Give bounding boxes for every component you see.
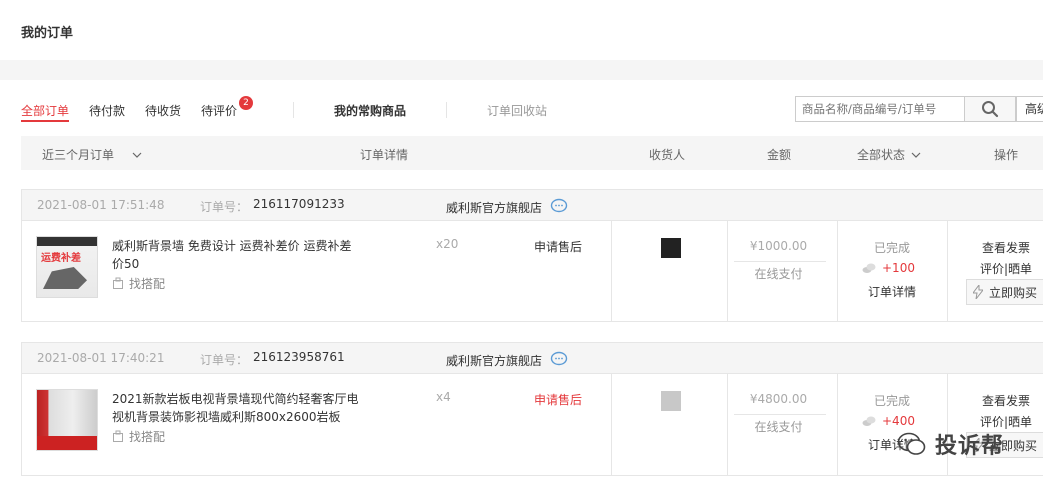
order-header: 2021-08-01 17:40:21 订单号： 216123958761 威利… — [22, 343, 1043, 374]
order-amount: ¥1000.00 — [749, 239, 808, 253]
product-thumbnail[interactable] — [36, 389, 98, 451]
find-match-label: 找搭配 — [129, 277, 166, 291]
header-bar: 我的订单 — [0, 0, 1043, 60]
order-card: 2021-08-01 17:51:48 订单号： 216117091233 威利… — [21, 189, 1043, 322]
chevron-down-icon — [911, 152, 921, 158]
points-icon — [862, 263, 876, 273]
tab-all-orders[interactable]: 全部订单 — [21, 102, 69, 119]
order-number: 216123958761 — [253, 350, 345, 364]
find-match-link[interactable]: 找搭配 — [112, 428, 165, 445]
column-receiver: 收货人 — [649, 148, 686, 162]
order-number-label: 订单号： — [200, 353, 249, 367]
order-date: 2021-08-01 17:40:21 — [37, 351, 165, 365]
product-name-link[interactable]: 2021新款岩板电视背景墙现代简约轻奢客厅电视机背景装饰影视墙威利斯800x26… — [112, 390, 362, 426]
order-header: 2021-08-01 17:51:48 订单号： 216117091233 威利… — [22, 190, 1043, 221]
receiver-name-redacted — [661, 391, 681, 411]
order-body: 运费补差 威利斯背景墙 免费设计 运费补差价 运费补差价50 找搭配 x20 申… — [22, 221, 1043, 322]
thumbnail-caption: 运费补差 — [41, 253, 81, 264]
tab-recycle-bin[interactable]: 订单回收站 — [487, 102, 547, 119]
advanced-search-button[interactable]: 高级 — [1016, 96, 1043, 122]
column-operations: 操作 — [994, 148, 1019, 162]
receiver-name-redacted — [661, 238, 681, 258]
wechat-icon — [897, 432, 926, 455]
puzzle-icon — [113, 277, 123, 289]
points-icon — [862, 416, 876, 426]
divider — [734, 414, 826, 415]
shop-name-link[interactable]: 威利斯官方旗舰店 — [446, 352, 542, 369]
watermark: 投诉帮 — [897, 428, 1004, 460]
find-match-link[interactable]: 找搭配 — [112, 275, 165, 292]
watermark-text: 投诉帮 — [935, 434, 1005, 459]
shop-name-link[interactable]: 威利斯官方旗舰店 — [446, 199, 542, 216]
points-value: +400 — [882, 414, 915, 428]
points-earned: +100 — [862, 261, 915, 275]
after-sale-link[interactable]: 申请售后 — [534, 391, 582, 408]
payment-method: 在线支付 — [754, 420, 803, 434]
puzzle-icon — [113, 430, 123, 442]
column-order-details: 订单详情 — [360, 148, 409, 162]
order-date: 2021-08-01 17:51:48 — [37, 198, 165, 212]
divider — [446, 102, 447, 118]
status-filter-select[interactable]: 全部状态 — [857, 146, 921, 163]
order-search-box — [795, 96, 965, 122]
quantity: x20 — [436, 237, 459, 251]
divider — [734, 261, 826, 262]
after-sale-link[interactable]: 申请售后 — [534, 238, 582, 255]
order-status: 已完成 — [873, 241, 910, 255]
chat-icon[interactable] — [550, 198, 568, 214]
pending-review-badge: 2 — [239, 96, 253, 110]
active-tab-indicator — [21, 120, 69, 122]
order-number-label: 订单号： — [200, 200, 249, 214]
tab-frequent-products[interactable]: 我的常购商品 — [334, 102, 406, 119]
product-thumbnail[interactable]: 运费补差 — [36, 236, 98, 298]
view-invoice-link[interactable]: 查看发票 — [954, 239, 1043, 256]
view-invoice-link[interactable]: 查看发票 — [954, 392, 1043, 409]
tab-pending-payment[interactable]: 待付款 — [89, 102, 125, 119]
divider — [293, 102, 294, 118]
orders-table-header: 近三个月订单 订单详情 收货人 金额 全部状态 操作 — [21, 136, 1043, 170]
search-button[interactable] — [964, 96, 1016, 122]
order-body: 2021新款岩板电视背景墙现代简约轻奢客厅电视机背景装饰影视墙威利斯800x26… — [22, 374, 1043, 476]
find-match-label: 找搭配 — [129, 430, 166, 444]
lightning-icon — [973, 285, 983, 299]
status-filter-label: 全部状态 — [857, 148, 906, 162]
points-value: +100 — [882, 261, 915, 275]
tab-pending-receipt[interactable]: 待收货 — [145, 102, 181, 119]
buy-again-button[interactable]: 立即购买 — [966, 279, 1043, 305]
chat-icon[interactable] — [550, 351, 568, 367]
order-card: 2021-08-01 17:40:21 订单号： 216123958761 威利… — [21, 342, 1043, 476]
order-tabs: 全部订单 待付款 待收货 待评价 2 我的常购商品 订单回收站 高级 — [0, 80, 1043, 136]
payment-method: 在线支付 — [754, 267, 803, 281]
buy-again-label: 立即购买 — [989, 285, 1038, 300]
search-input[interactable] — [796, 97, 964, 121]
time-range-label: 近三个月订单 — [42, 148, 115, 162]
search-icon — [982, 101, 999, 118]
order-details-link[interactable]: 订单详情 — [837, 283, 947, 300]
time-range-select[interactable]: 近三个月订单 — [42, 146, 142, 163]
chevron-down-icon — [132, 152, 142, 158]
quantity: x4 — [436, 390, 451, 404]
order-number: 216117091233 — [253, 197, 345, 211]
column-amount: 金额 — [767, 148, 792, 162]
points-earned: +400 — [862, 414, 915, 428]
page-title: 我的订单 — [21, 26, 74, 41]
review-link[interactable]: 评价|晒单 — [954, 260, 1043, 277]
order-amount: ¥4800.00 — [749, 392, 808, 406]
order-status: 已完成 — [873, 394, 910, 408]
orders-panel: 全部订单 待付款 待收货 待评价 2 我的常购商品 订单回收站 高级 近三个月订… — [0, 80, 1043, 491]
product-name-link[interactable]: 威利斯背景墙 免费设计 运费补差价 运费补差价50 — [112, 237, 362, 273]
tab-pending-review[interactable]: 待评价 — [201, 102, 237, 119]
